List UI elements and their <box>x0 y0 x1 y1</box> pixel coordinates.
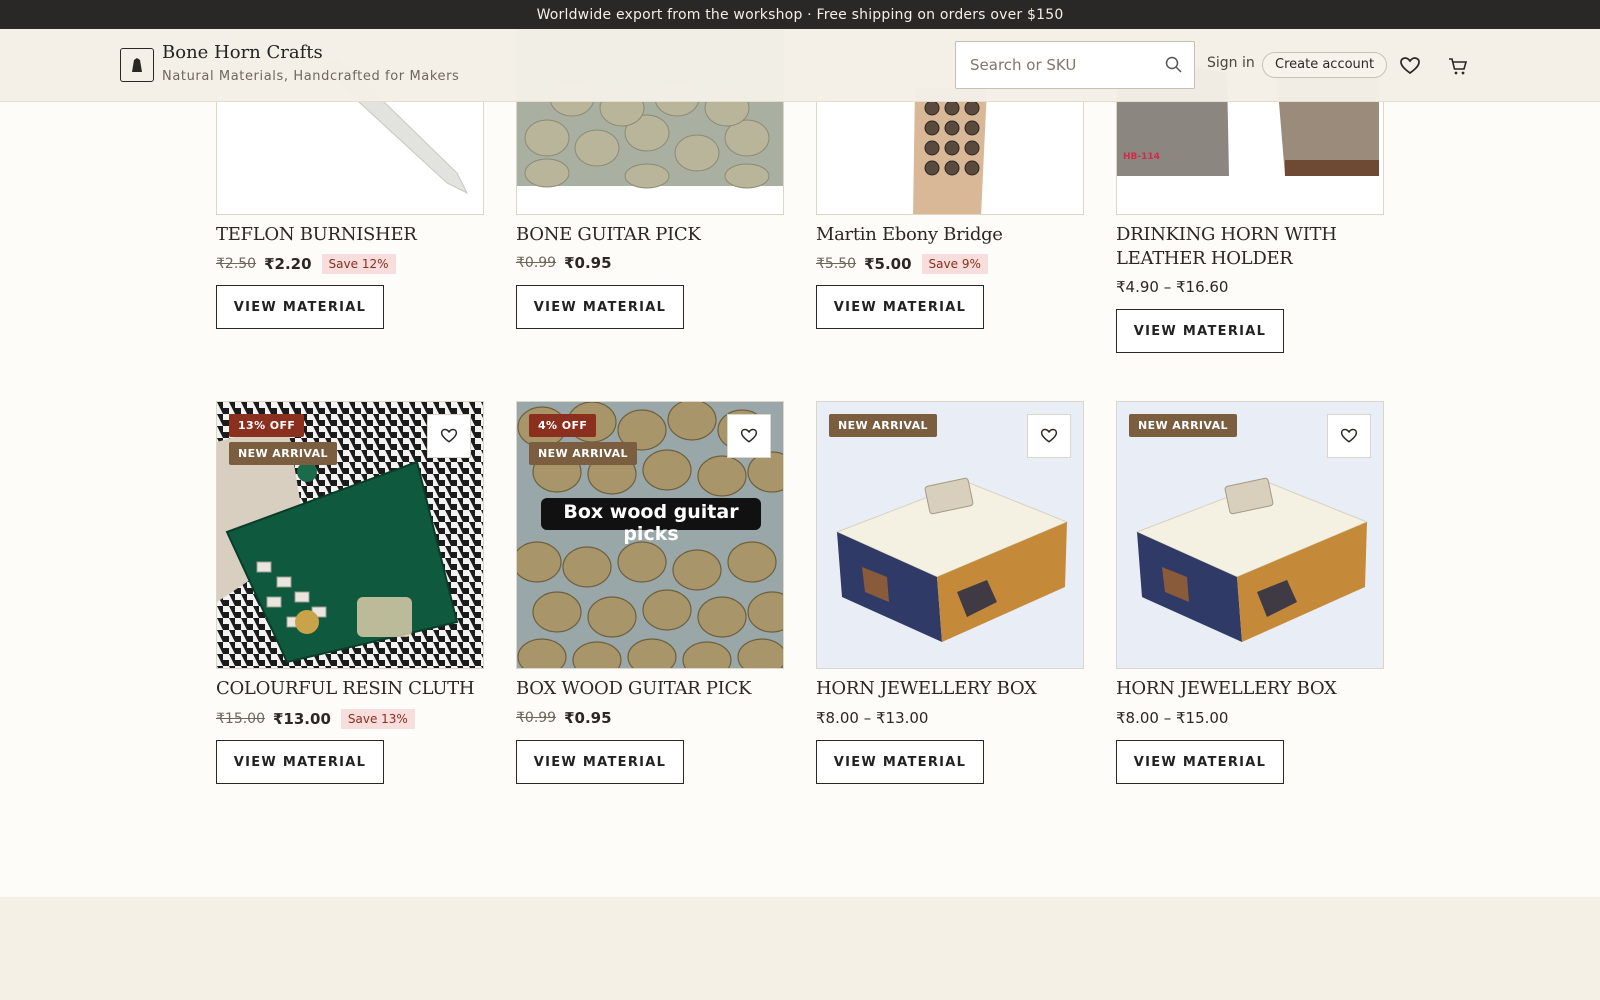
original-price: ₹15.00 <box>216 711 265 727</box>
heart-icon <box>1340 428 1358 443</box>
sale-price: ₹0.95 <box>564 709 612 727</box>
logo-icon[interactable] <box>120 48 154 82</box>
save-badge: Save 13% <box>340 709 415 729</box>
new-arrival-badge: NEW ARRIVAL <box>529 442 637 465</box>
footer-band <box>0 897 1600 1000</box>
search-input[interactable] <box>956 42 1156 88</box>
image-caption: Box wood guitar picks <box>563 501 739 545</box>
search-icon[interactable] <box>1164 55 1184 75</box>
wishlist-button[interactable] <box>1327 414 1371 458</box>
wishlist-button[interactable] <box>1027 414 1071 458</box>
heart-icon <box>1040 428 1058 443</box>
discount-badge: 13% OFF <box>229 414 305 437</box>
product-price: ₹0.99 ₹0.95 <box>516 254 612 272</box>
product-price: ₹8.00 – ₹15.00 <box>1116 709 1228 727</box>
wishlist-button[interactable] <box>727 414 771 458</box>
discount-badge: 4% OFF <box>529 414 597 437</box>
sign-in-link[interactable]: Sign in <box>1207 55 1255 71</box>
original-price: ₹5.50 <box>816 256 857 272</box>
product-title[interactable]: HORN JEWELLERY BOX <box>816 677 1096 701</box>
product-image[interactable]: 13% OFF NEW ARRIVAL <box>216 401 484 669</box>
create-account-button[interactable]: Create account <box>1262 52 1388 78</box>
view-material-button[interactable]: VIEW MATERIAL <box>216 285 384 329</box>
product-image[interactable]: Box wood guitar picks 4% OFF NEW ARRIVAL <box>516 401 784 669</box>
announcement-text: Worldwide export from the workshop · Fre… <box>536 6 1064 23</box>
wishlist-button[interactable] <box>427 414 471 458</box>
sale-price: ₹5.00 <box>864 255 912 273</box>
brand-name[interactable]: Bone Horn Crafts <box>162 42 323 63</box>
heart-icon[interactable] <box>1399 55 1421 77</box>
price-range: ₹8.00 – ₹13.00 <box>816 709 929 727</box>
new-arrival-badge: NEW ARRIVAL <box>1129 414 1237 437</box>
save-badge: Save 9% <box>921 254 988 274</box>
product-price: ₹5.50 ₹5.00 Save 9% <box>816 254 988 274</box>
product-image[interactable]: NEW ARRIVAL <box>1116 401 1384 669</box>
product-title[interactable]: HORN JEWELLERY BOX <box>1116 677 1396 701</box>
product-price: ₹2.50 ₹2.20 Save 12% <box>216 254 396 274</box>
save-badge: Save 12% <box>321 254 396 274</box>
product-title[interactable]: BOX WOOD GUITAR PICK <box>516 677 796 701</box>
product-title[interactable]: Martin Ebony Bridge <box>816 223 1096 247</box>
product-title[interactable]: DRINKING HORN WITH LEATHER HOLDER <box>1116 223 1396 271</box>
product-price: ₹8.00 – ₹13.00 <box>816 709 928 727</box>
heart-icon <box>440 428 458 443</box>
view-material-button[interactable]: VIEW MATERIAL <box>1116 740 1284 784</box>
original-price: ₹0.99 <box>516 710 557 726</box>
product-title[interactable]: BONE GUITAR PICK <box>516 223 796 247</box>
sale-price: ₹13.00 <box>273 710 331 728</box>
brand-tagline: Natural Materials, Handcrafted for Maker… <box>162 69 460 84</box>
price-range: ₹8.00 – ₹15.00 <box>1116 709 1229 727</box>
site-header: Bone Horn Crafts Natural Materials, Hand… <box>0 29 1600 102</box>
original-price: ₹0.99 <box>516 255 557 271</box>
price-range: ₹4.90 – ₹16.60 <box>1116 278 1229 296</box>
original-price: ₹2.50 <box>216 256 257 272</box>
sale-price: ₹0.95 <box>564 254 612 272</box>
new-arrival-badge: NEW ARRIVAL <box>829 414 937 437</box>
view-material-button[interactable]: VIEW MATERIAL <box>1116 309 1284 353</box>
product-title[interactable]: TEFLON BURNISHER <box>216 223 496 247</box>
product-price: ₹4.90 – ₹16.60 <box>1116 278 1228 296</box>
product-price: ₹15.00 ₹13.00 Save 13% <box>216 709 415 729</box>
cart-icon[interactable] <box>1447 55 1469 77</box>
view-material-button[interactable]: VIEW MATERIAL <box>516 740 684 784</box>
sale-price: ₹2.20 <box>264 255 312 273</box>
announcement-bar: Worldwide export from the workshop · Fre… <box>0 0 1600 29</box>
view-material-button[interactable]: VIEW MATERIAL <box>816 740 984 784</box>
view-material-button[interactable]: VIEW MATERIAL <box>216 740 384 784</box>
view-material-button[interactable]: VIEW MATERIAL <box>516 285 684 329</box>
image-label: HB-114 <box>1123 152 1160 162</box>
new-arrival-badge: NEW ARRIVAL <box>229 442 337 465</box>
view-material-button[interactable]: VIEW MATERIAL <box>816 285 984 329</box>
product-price: ₹0.99 ₹0.95 <box>516 709 612 727</box>
product-image[interactable]: NEW ARRIVAL <box>816 401 1084 669</box>
search-box <box>955 41 1195 89</box>
product-title[interactable]: COLOURFUL RESIN CLUTH <box>216 677 496 701</box>
heart-icon <box>740 428 758 443</box>
